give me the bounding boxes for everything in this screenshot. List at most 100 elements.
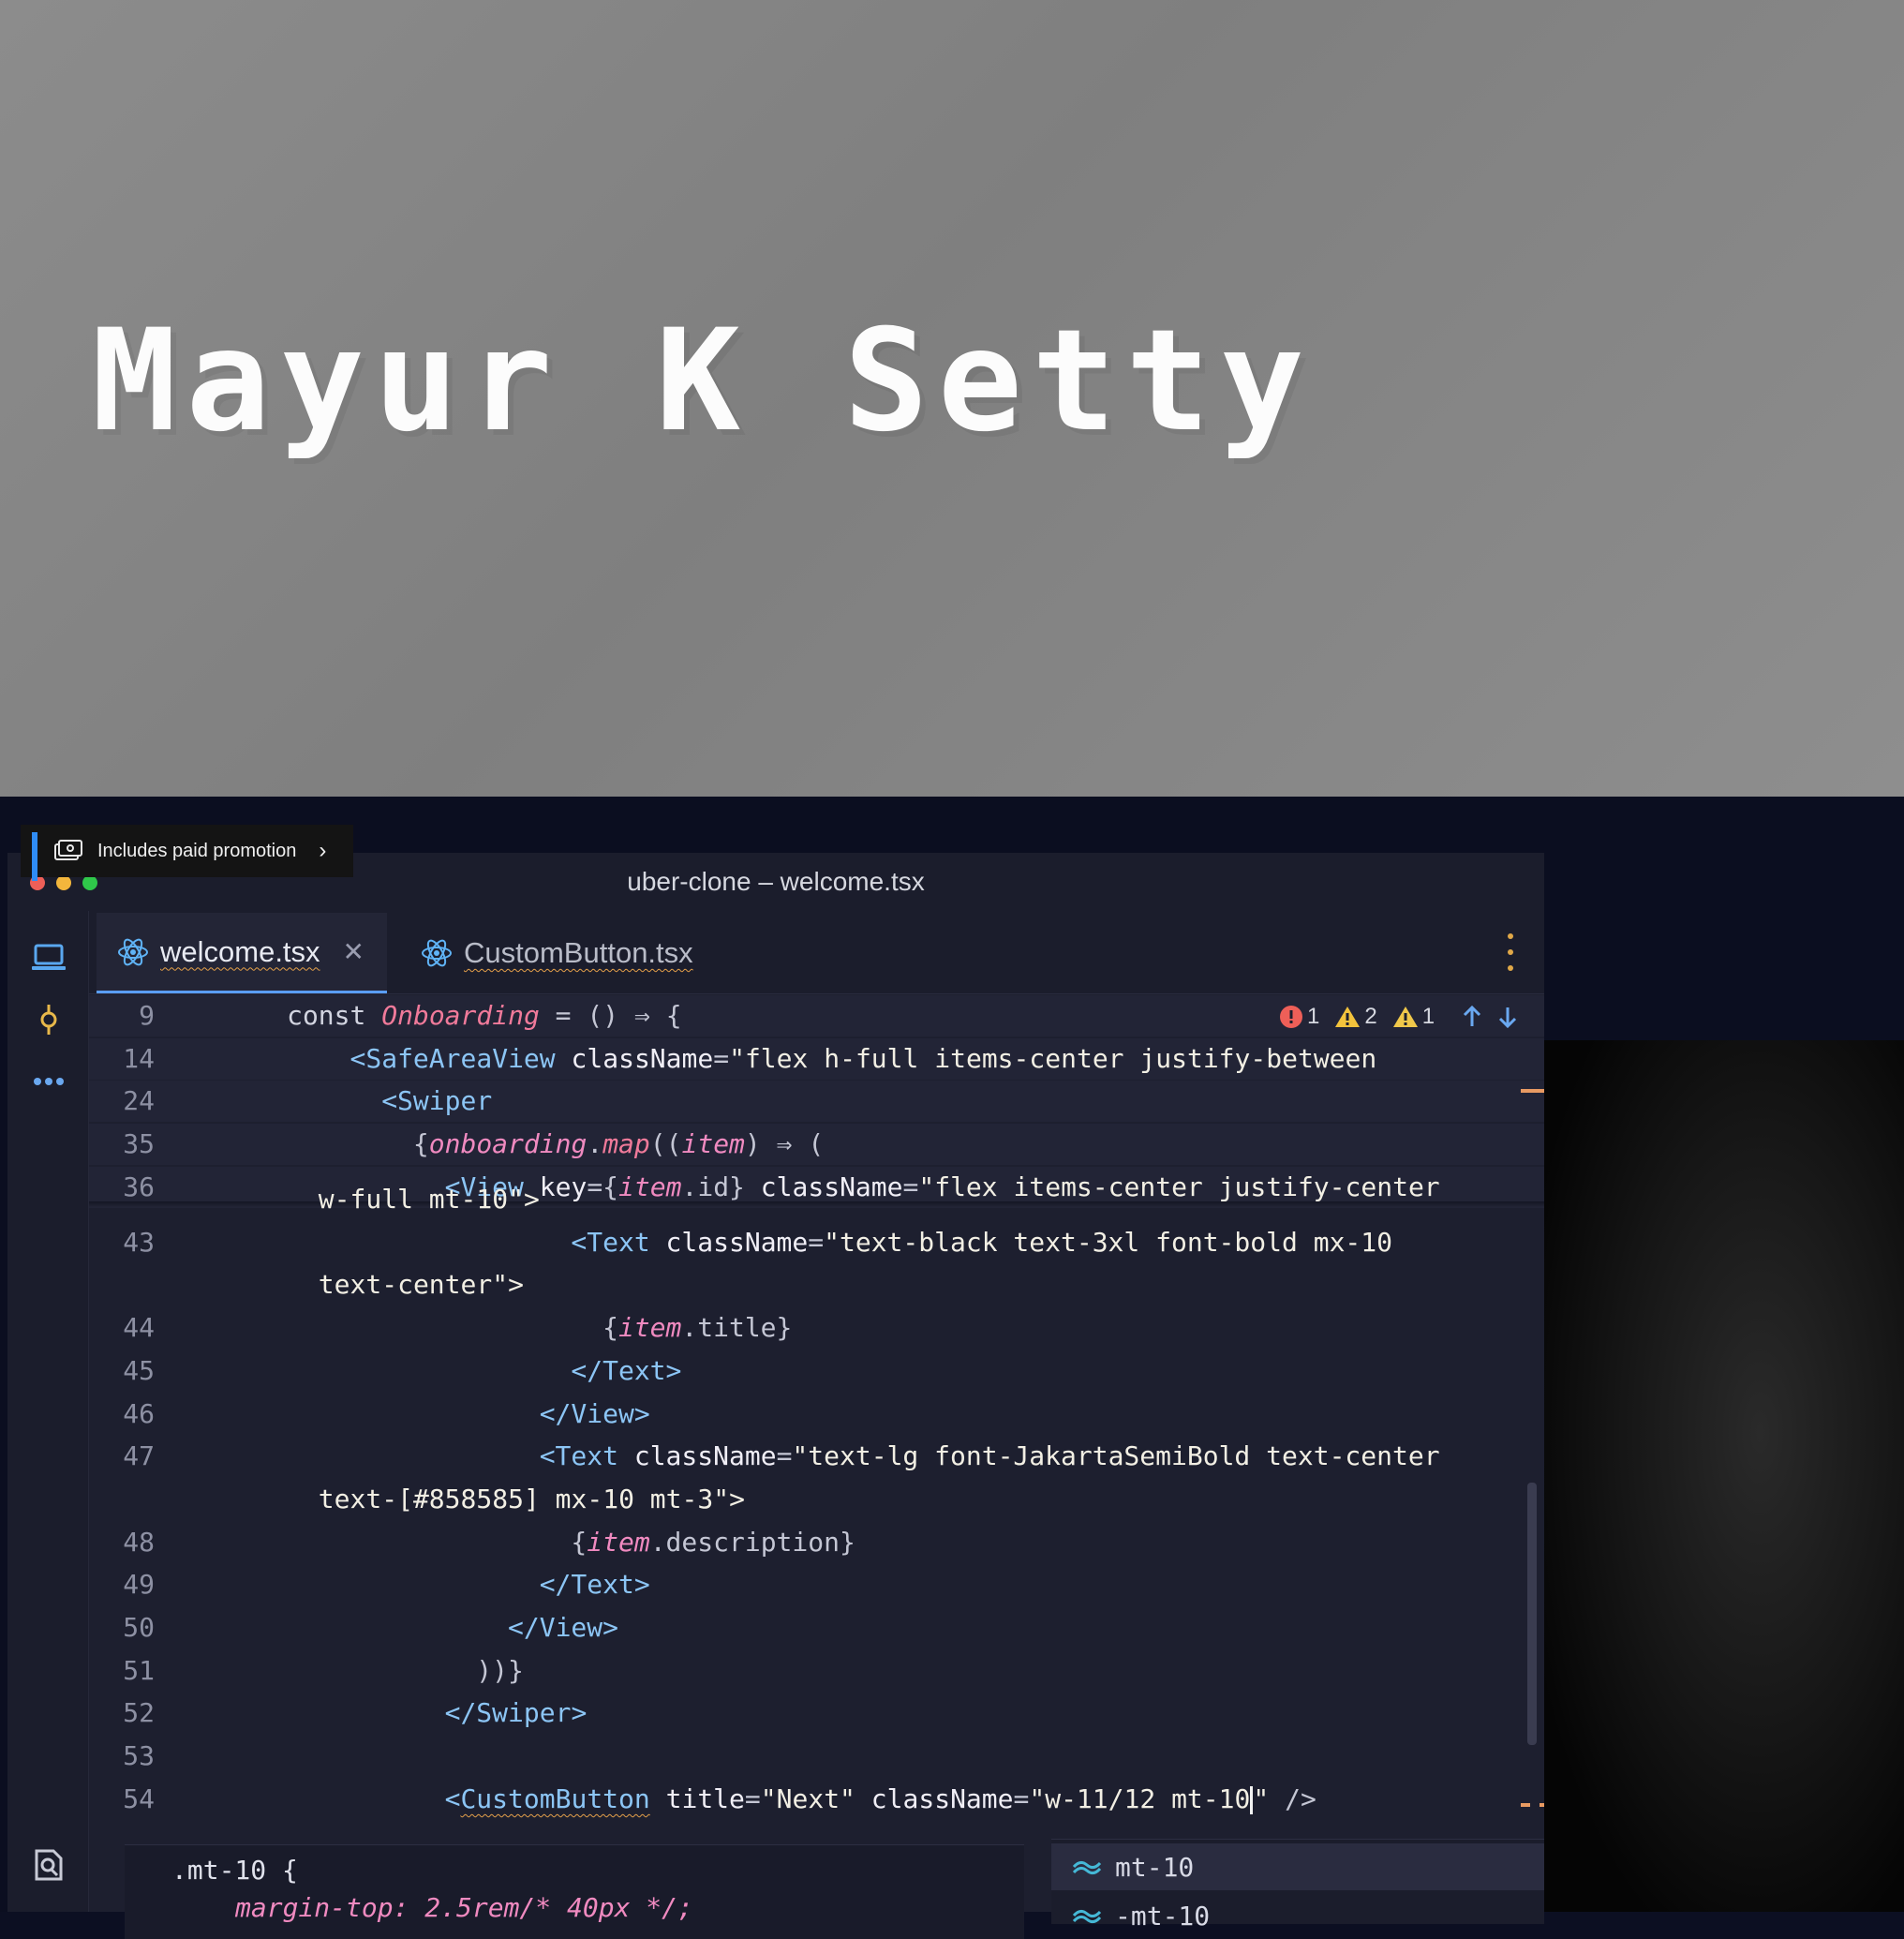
channel-banner: Mayur K Setty — [0, 0, 1904, 797]
code-text: </Text> — [571, 1350, 681, 1392]
editor-scrollbar[interactable] — [1527, 1483, 1537, 1745]
code-token: item — [617, 1312, 682, 1344]
arrow-up-icon[interactable] — [1459, 1004, 1485, 1030]
code-line[interactable]: 45 </Text> — [89, 1350, 1544, 1392]
code-text: </View> — [508, 1607, 618, 1648]
commit-button[interactable] — [30, 1001, 67, 1038]
line-number: 9 — [139, 1000, 155, 1031]
paid-promotion-badge[interactable]: Includes paid promotion › — [21, 825, 353, 881]
find-button[interactable] — [30, 1846, 67, 1884]
code-line[interactable]: 24 <Swiper — [89, 1081, 1544, 1123]
promotion-icon — [52, 839, 84, 863]
tailwind-icon — [1072, 1860, 1102, 1875]
ide-window: uber-clone – welcome.tsx welcome.tsx ✕ C… — [7, 853, 1544, 1912]
code-text: const Onboarding = () ⇒ { — [287, 995, 681, 1037]
activity-bar — [7, 911, 89, 1912]
code-token: = — [808, 1226, 825, 1258]
project-view-button[interactable] — [30, 939, 67, 977]
code-token: ))} — [476, 1654, 524, 1686]
code-token: <Swiper — [381, 1085, 493, 1117]
code-line[interactable]: 44 {item.title} — [89, 1307, 1544, 1349]
banner-title: Mayur K Setty — [92, 300, 1314, 463]
line-number: 47 — [123, 1440, 155, 1472]
code-editor[interactable]: 1 2 1 9 const Onboarding = () ⇒ {14 <SafeA… — [89, 995, 1544, 1912]
line-number: 52 — [123, 1697, 155, 1729]
completion-item[interactable]: mt-10 — [1051, 1843, 1544, 1890]
code-token: " — [1253, 1782, 1270, 1814]
code-line[interactable]: 51))} — [89, 1650, 1544, 1692]
close-tab-icon[interactable]: ✕ — [343, 936, 364, 967]
line-number: 45 — [123, 1354, 155, 1386]
code-token: ) ⇒ ( — [744, 1128, 825, 1160]
tab-menu-icon[interactable] — [1501, 933, 1520, 971]
blurred-person — [1544, 1040, 1904, 1912]
doc-declaration: margin-top: 2.5rem/* 40px */; — [235, 1892, 693, 1923]
completion-label: mt-10 — [1115, 1851, 1195, 1883]
maximize-window-button[interactable] — [82, 875, 97, 890]
code-token: { — [602, 1312, 618, 1344]
tab-welcome[interactable]: welcome.tsx ✕ — [97, 913, 387, 993]
code-text: w-full mt-10"> — [319, 1179, 540, 1220]
code-token: = — [776, 1440, 793, 1472]
line-number: 53 — [123, 1740, 155, 1772]
code-token: /> — [1269, 1782, 1316, 1814]
arrow-down-icon[interactable] — [1495, 1004, 1521, 1030]
code-token: (( — [649, 1128, 682, 1160]
code-line[interactable]: 47 <Text className="text-lg font-JakartaS… — [89, 1436, 1544, 1477]
code-token: item — [681, 1128, 745, 1160]
code-token: </Swiper> — [444, 1697, 588, 1729]
more-tools-button[interactable] — [30, 1063, 67, 1100]
code-token: "w-11/12 mt-10 — [1029, 1782, 1251, 1814]
code-text: {item.title} — [602, 1307, 792, 1349]
code-line[interactable]: 50 </View> — [89, 1607, 1544, 1648]
code-line[interactable]: 48 {item.description} — [89, 1522, 1544, 1563]
code-line[interactable]: 49 </Text> — [89, 1564, 1544, 1605]
change-marker — [1540, 1803, 1544, 1807]
code-line[interactable]: 14 <SafeAreaView className="flex h-full i… — [89, 1037, 1544, 1080]
code-token: <SafeAreaView — [350, 1042, 556, 1074]
code-text: </Swiper> — [445, 1693, 588, 1734]
completion-label: -mt-10 — [1115, 1900, 1211, 1932]
minimize-window-button[interactable] — [56, 875, 71, 890]
code-token: map — [602, 1128, 650, 1160]
editor-tabs: welcome.tsx ✕ CustomButton.tsx — [89, 911, 1544, 994]
git-commit-icon — [40, 1005, 57, 1035]
warning-icon — [1335, 1007, 1361, 1027]
code-line[interactable]: w-full mt-10"> — [89, 1179, 1544, 1220]
tab-label: welcome.tsx — [160, 934, 320, 968]
code-token: "text-black text-3xl font-bold mx-10 — [824, 1226, 1392, 1258]
code-line[interactable]: text-[#858585] mx-10 mt-3"> — [89, 1479, 1544, 1520]
code-text: {onboarding.map((item) ⇒ ( — [413, 1124, 824, 1165]
code-text: ))} — [476, 1650, 524, 1692]
code-line[interactable]: 53 — [89, 1736, 1544, 1777]
line-number: 51 — [123, 1654, 155, 1686]
tailwind-icon — [1072, 1909, 1102, 1924]
code-line[interactable]: 46 </View> — [89, 1394, 1544, 1435]
code-token: "flex h-full items-center justify-betwee… — [729, 1042, 1377, 1074]
inspection-widget[interactable]: 1 2 1 — [1279, 1001, 1521, 1033]
line-number: 50 — [123, 1612, 155, 1643]
code-token: "Next" — [760, 1782, 855, 1814]
code-text: <Text className="text-lg font-JakartaSem… — [540, 1436, 1440, 1477]
code-text: </View> — [540, 1394, 650, 1435]
code-token: < — [444, 1782, 461, 1814]
code-line[interactable]: 54 <CustomButton title="Next" className="… — [89, 1779, 1544, 1820]
code-token: w-full mt-10"> — [318, 1184, 540, 1215]
tab-custombutton[interactable]: CustomButton.tsx — [400, 913, 700, 993]
code-token: onboarding — [428, 1128, 588, 1160]
code-token: = () ⇒ { — [539, 1000, 682, 1031]
code-line[interactable]: 52 </Swiper> — [89, 1693, 1544, 1734]
code-text: <Text className="text-black text-3xl fon… — [571, 1222, 1392, 1263]
line-number: 54 — [123, 1782, 155, 1814]
weak-warning-count[interactable]: 1 — [1392, 1004, 1435, 1030]
error-count[interactable]: 1 — [1279, 1004, 1319, 1030]
weak-warning-icon — [1392, 1007, 1418, 1027]
warning-count[interactable]: 2 — [1334, 1004, 1377, 1030]
code-line[interactable]: 35 {onboarding.map((item) ⇒ ( — [89, 1124, 1544, 1166]
code-token: text-center"> — [318, 1269, 524, 1301]
code-token: className — [855, 1782, 1014, 1814]
code-line[interactable]: text-center"> — [89, 1264, 1544, 1305]
completion-popup: mt-10 -mt-10 — [1051, 1839, 1544, 1932]
code-line[interactable]: 43 <Text className="text-black text-3xl f… — [89, 1222, 1544, 1263]
completion-item[interactable]: -mt-10 — [1051, 1892, 1544, 1939]
